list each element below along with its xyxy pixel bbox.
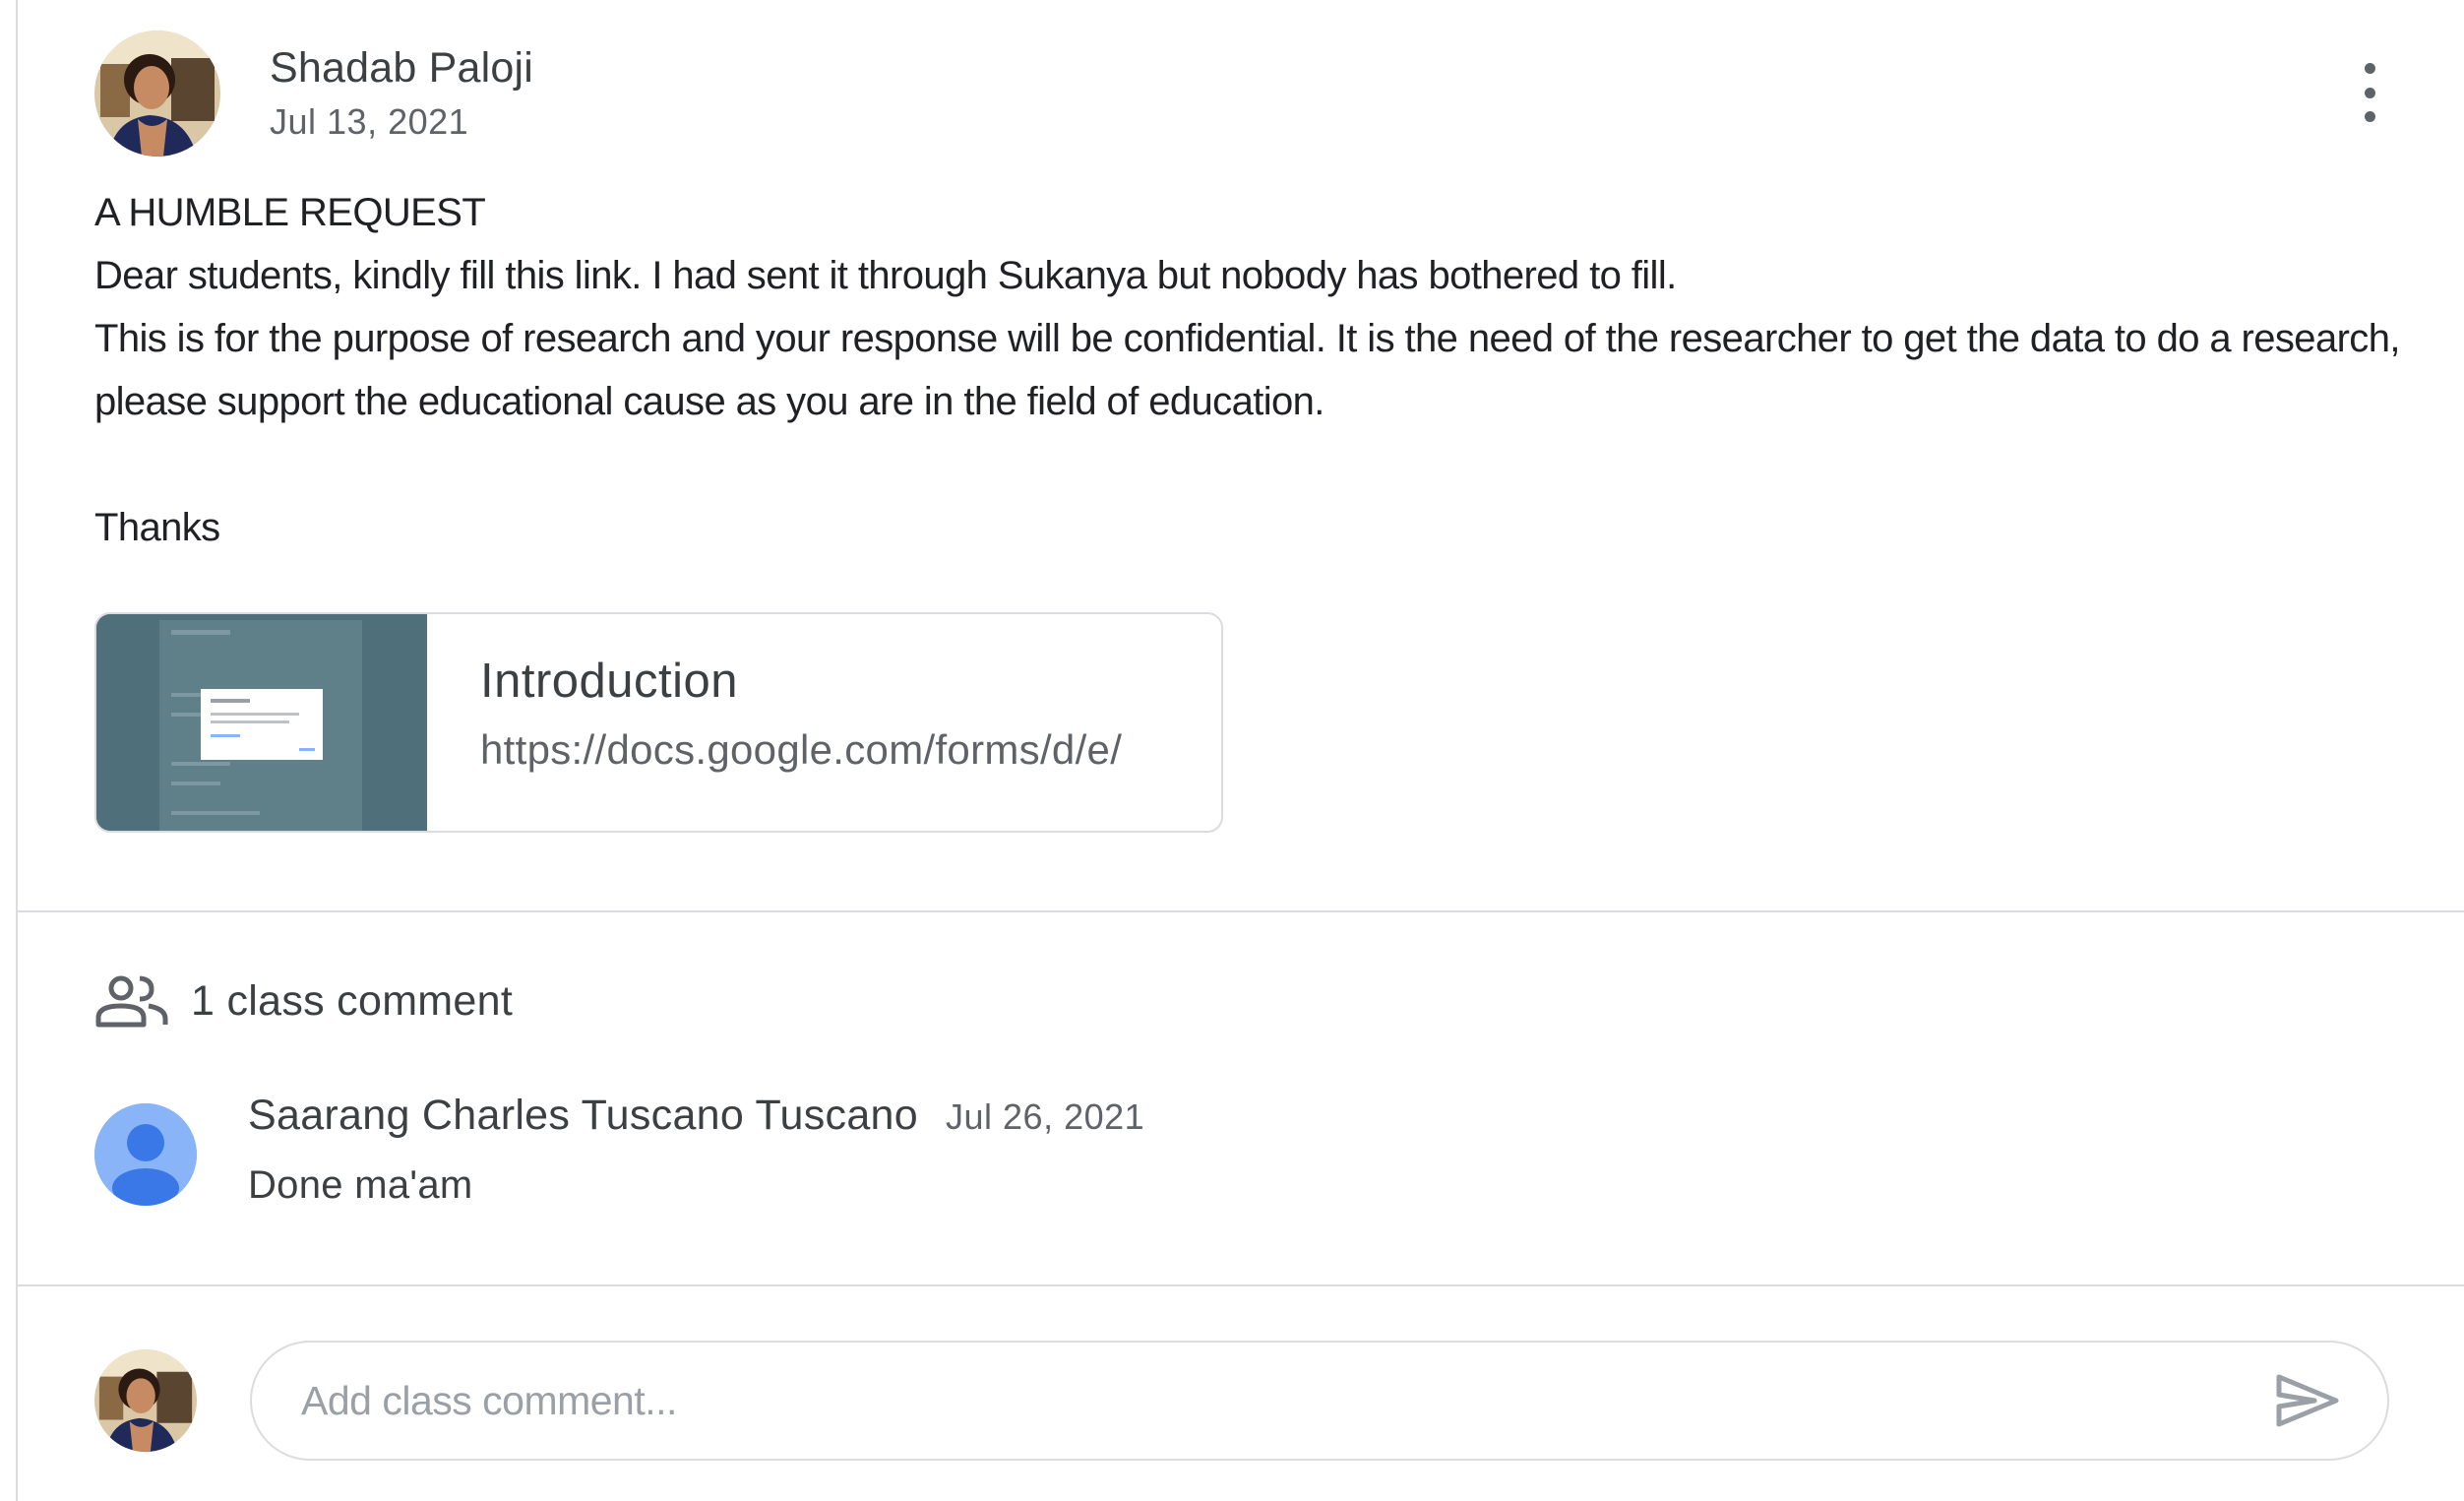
more-vert-icon-dot [2364,87,2375,98]
send-icon [2276,1374,2339,1427]
post-body-spacer [94,433,2405,496]
post-body-line: This is for the purpose of research and … [94,317,2400,423]
post-body-line: Thanks [94,506,220,549]
comments-header[interactable]: 1 class comment [94,912,2405,1031]
comment-item: Saarang Charles Tuscano Tuscano Jul 26, … [94,1092,2405,1208]
send-button[interactable] [2273,1366,2342,1435]
comment-box [250,1341,2389,1461]
class-comments: 1 class comment Saarang Charles Tuscano … [18,912,2464,1284]
author-avatar[interactable] [94,31,220,156]
comment-head: Saarang Charles Tuscano Tuscano Jul 26, … [248,1092,1144,1140]
add-comment-row [18,1286,2464,1461]
post: Shadab Paloji Jul 13, 2021 A HUMBLE REQU… [18,0,2464,910]
people-icon [95,975,168,1028]
current-user-avatar-photo [94,1349,197,1452]
more-vert-icon-dot [2364,111,2375,122]
post-body-line: A HUMBLE REQUEST [94,191,486,234]
post-date: Jul 13, 2021 [270,100,469,142]
author-avatar-photo [94,31,220,156]
author-name[interactable]: Shadab Paloji [270,44,533,93]
comment-date: Jul 26, 2021 [946,1096,1145,1137]
stream-post-card: Shadab Paloji Jul 13, 2021 A HUMBLE REQU… [16,0,2464,1501]
comment-content: Saarang Charles Tuscano Tuscano Jul 26, … [248,1092,1144,1208]
post-header: Shadab Paloji Jul 13, 2021 [94,30,2405,157]
more-options-button[interactable] [2350,63,2389,122]
comment-author[interactable]: Saarang Charles Tuscano Tuscano [248,1092,918,1140]
add-comment-input[interactable] [299,1376,2273,1425]
attachment-url: https://docs.google.com/forms/d/e/ [480,726,1123,773]
default-avatar-icon [94,1103,197,1206]
current-user-avatar [94,1349,197,1452]
comment-text: Done ma'am [248,1163,473,1207]
link-attachment[interactable]: Introduction https://docs.google.com/for… [94,612,1223,833]
form-preview-icon [96,614,427,831]
author-block: Shadab Paloji Jul 13, 2021 [270,44,533,142]
commenter-avatar[interactable] [94,1103,197,1206]
comments-count: 1 class comment [191,976,514,1025]
attachment-title: Introduction [480,655,739,708]
post-body-line: Dear students, kindly fill this link. I … [94,254,1677,297]
attachment-thumbnail [96,614,427,831]
more-vert-icon [2364,63,2375,74]
attachment-info: Introduction https://docs.google.com/for… [427,614,1151,831]
post-body: A HUMBLE REQUEST Dear students, kindly f… [94,181,2405,559]
